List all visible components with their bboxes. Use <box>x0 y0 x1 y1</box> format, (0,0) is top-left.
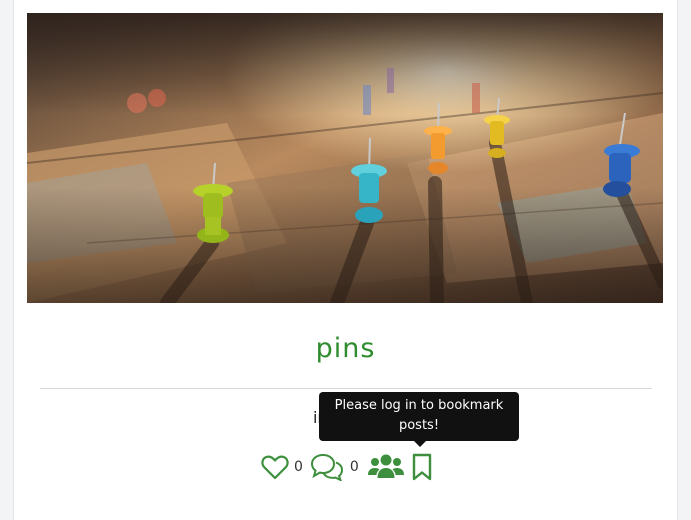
bookmark-icon[interactable] <box>409 452 435 482</box>
bookmark-tooltip: Please log in to bookmark posts! <box>319 392 519 447</box>
comment-count: 0 <box>349 459 359 475</box>
heart-outline-icon[interactable] <box>260 452 290 482</box>
post-image[interactable] <box>27 13 663 303</box>
post-title[interactable]: pins <box>14 333 677 364</box>
post-actions: 0 0 <box>260 450 435 484</box>
map-photo <box>27 13 663 303</box>
post-card: pins image 1 0 0 <box>13 0 678 520</box>
like-count: 0 <box>294 459 303 475</box>
comments-icon[interactable] <box>309 452 345 482</box>
users-icon[interactable] <box>367 452 405 482</box>
divider <box>40 388 652 389</box>
